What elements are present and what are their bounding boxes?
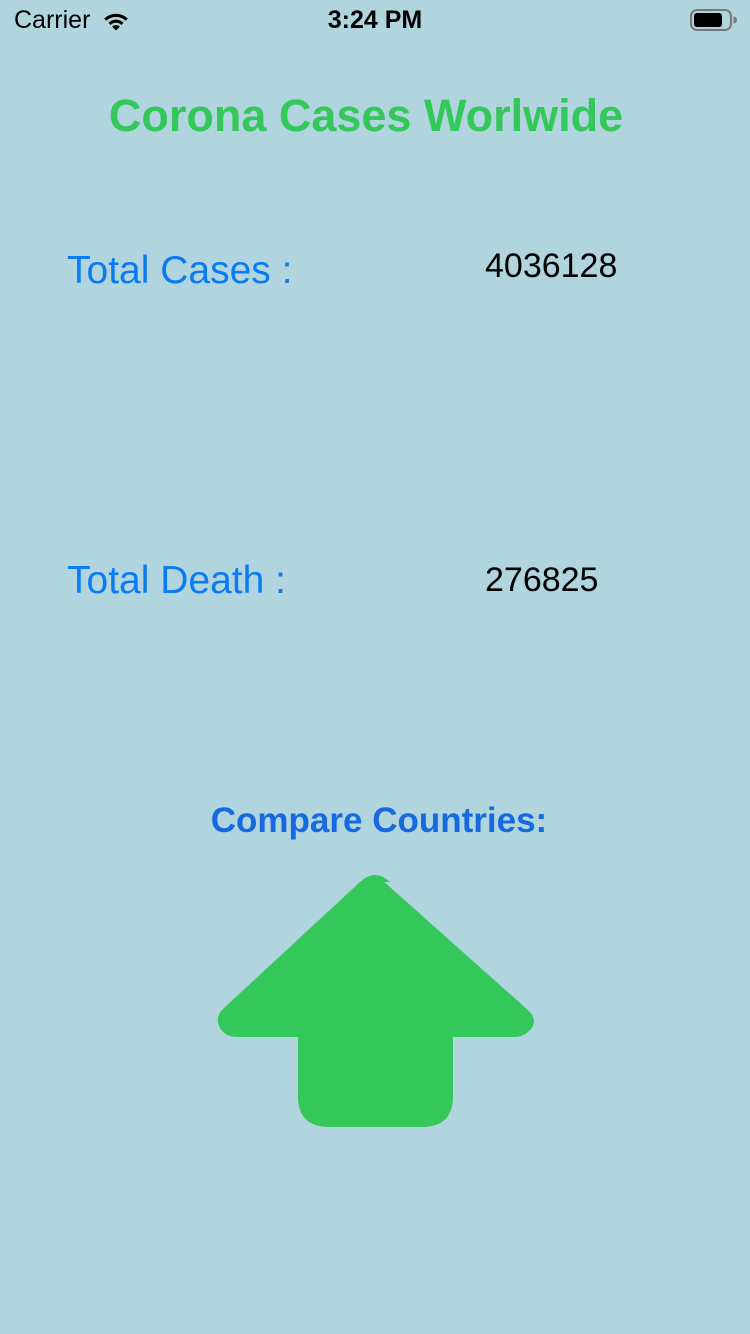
battery-icon (690, 9, 738, 31)
compare-countries-button[interactable] (210, 870, 540, 1132)
total-death-value: 276825 (485, 561, 599, 599)
total-cases-value: 4036128 (485, 247, 618, 285)
compare-countries-label: Compare Countries: (210, 801, 548, 840)
status-time: 3:24 PM (327, 6, 423, 34)
total-death-label: Total Death : (67, 559, 286, 602)
up-arrow-icon (217, 875, 534, 1127)
page-title: Corona Cases Worlwide (108, 90, 624, 141)
status-bar: Carrier 3:24 PM (0, 0, 750, 40)
total-cases-label: Total Cases : (67, 249, 293, 292)
